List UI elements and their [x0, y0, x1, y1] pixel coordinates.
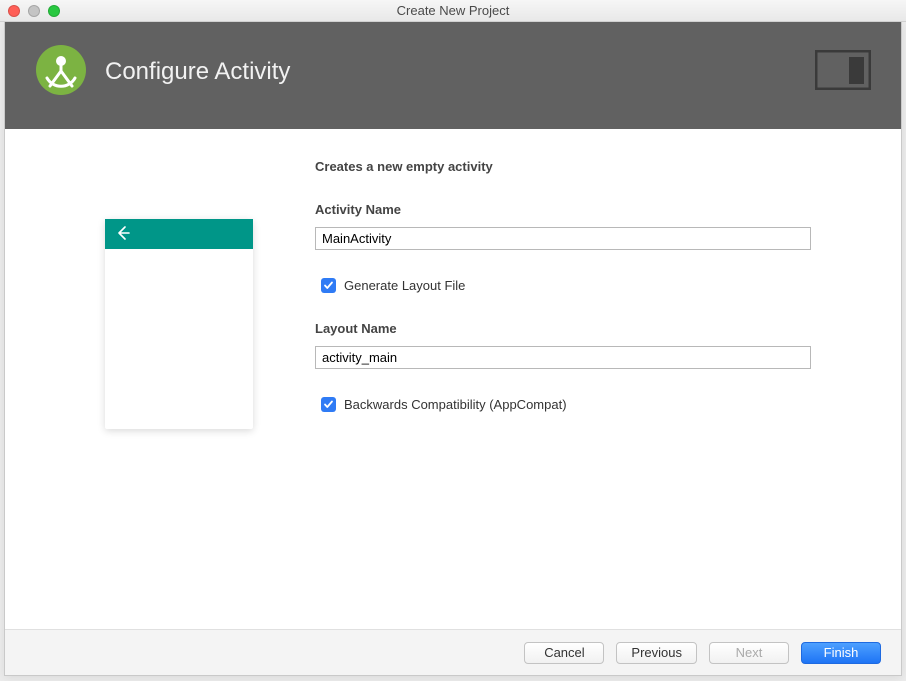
dialog-window: Configure Activity Creates a — [4, 22, 902, 676]
previous-button[interactable]: Previous — [616, 642, 697, 664]
finish-button[interactable]: Finish — [801, 642, 881, 664]
dialog-footer: Cancel Previous Next Finish — [5, 629, 901, 675]
preview-column — [5, 159, 255, 619]
dialog-content: Creates a new empty activity Activity Na… — [5, 129, 901, 629]
activity-preview — [105, 219, 253, 429]
backwards-compat-row[interactable]: Backwards Compatibility (AppCompat) — [321, 397, 811, 412]
backwards-compat-label: Backwards Compatibility (AppCompat) — [344, 397, 567, 412]
backwards-compat-checkbox[interactable] — [321, 397, 336, 412]
layout-name-label: Layout Name — [315, 321, 811, 336]
device-preview-icon — [815, 50, 871, 93]
generate-layout-row[interactable]: Generate Layout File — [321, 278, 811, 293]
dialog-title: Configure Activity — [105, 58, 290, 86]
generate-layout-checkbox[interactable] — [321, 278, 336, 293]
layout-name-input[interactable] — [315, 346, 811, 369]
form-column: Creates a new empty activity Activity Na… — [315, 159, 901, 619]
titlebar: Create New Project — [0, 0, 906, 22]
dialog-header: Configure Activity — [5, 22, 901, 129]
generate-layout-label: Generate Layout File — [344, 278, 465, 293]
next-button: Next — [709, 642, 789, 664]
android-studio-icon — [35, 44, 87, 99]
cancel-button[interactable]: Cancel — [524, 642, 604, 664]
header-left: Configure Activity — [35, 44, 290, 99]
back-arrow-icon — [115, 225, 131, 244]
activity-name-input[interactable] — [315, 227, 811, 250]
activity-name-label: Activity Name — [315, 202, 811, 217]
section-title: Creates a new empty activity — [315, 159, 811, 174]
preview-toolbar — [105, 219, 253, 249]
window-title: Create New Project — [0, 3, 906, 18]
